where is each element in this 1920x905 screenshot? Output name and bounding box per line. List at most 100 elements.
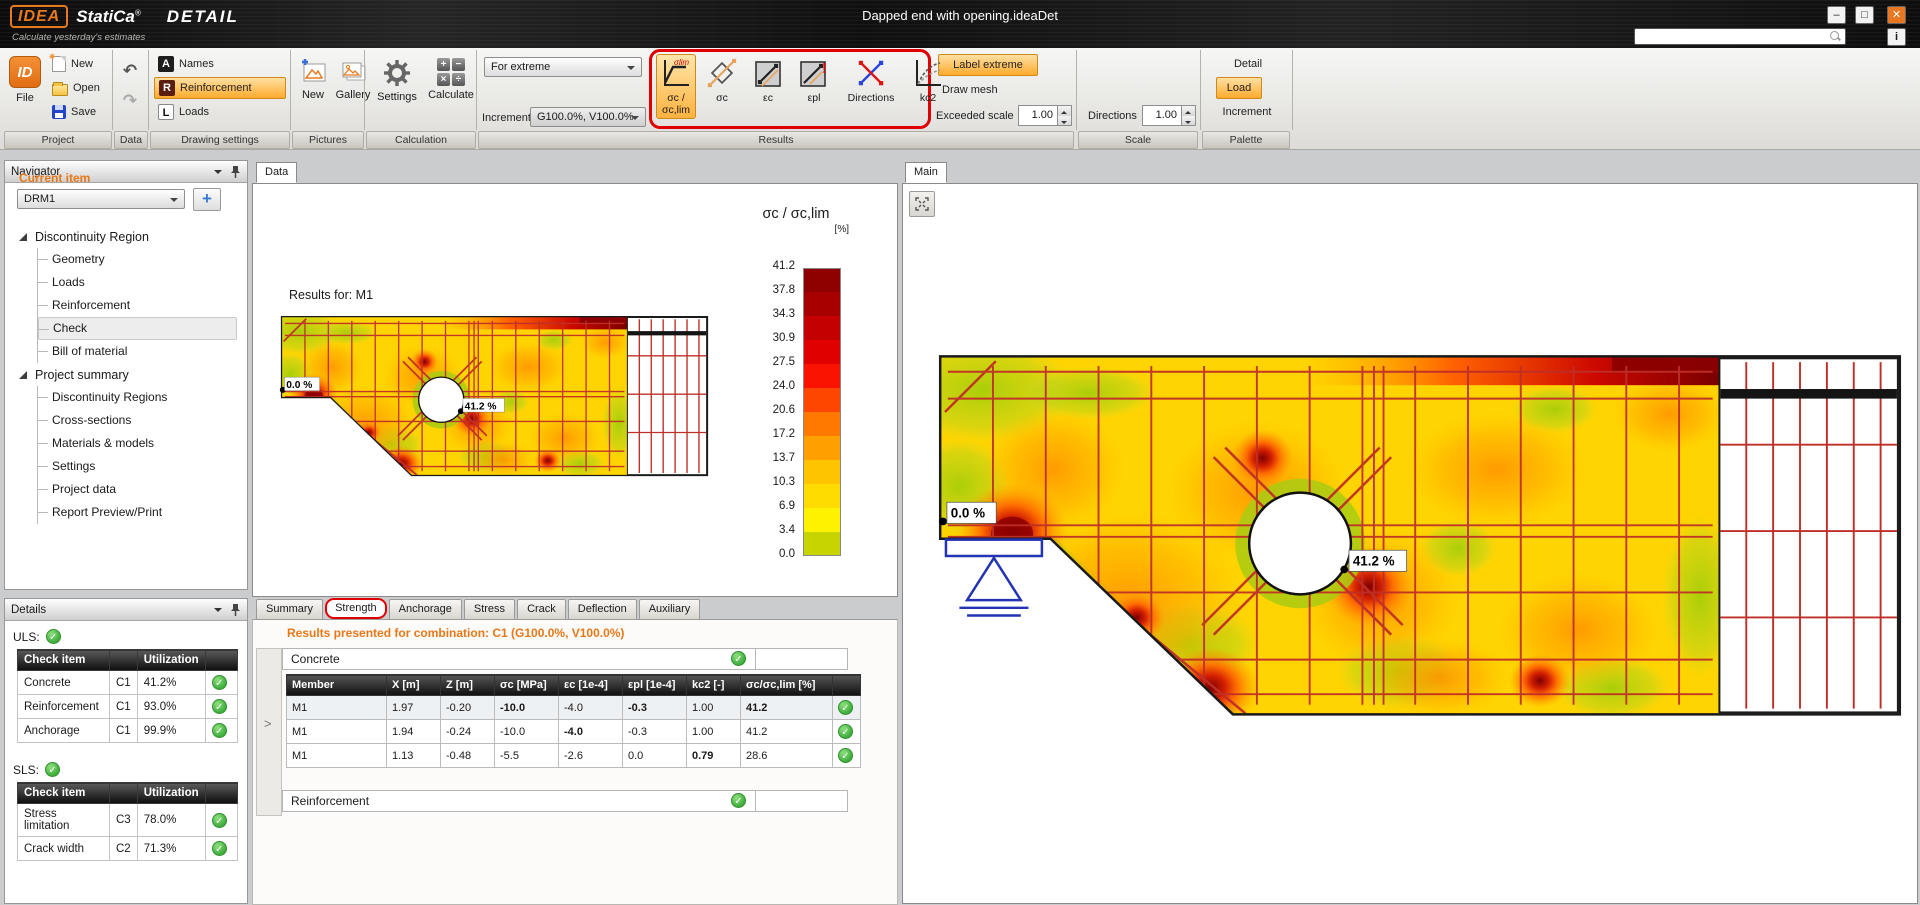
tree-item-materials-models[interactable]: Materials & models — [38, 432, 237, 455]
concrete-row-2[interactable]: M11.13-0.48-5.5-2.60.00.7928.6✓ — [287, 744, 861, 768]
svg-text:0.0 %: 0.0 % — [951, 506, 985, 521]
new-document-icon: ✷ — [52, 56, 66, 72]
statica-logo-text: StatiCa® — [76, 7, 140, 27]
tree-item-loads[interactable]: Loads — [38, 271, 237, 294]
maximize-button[interactable]: □ — [1855, 6, 1874, 24]
tree-item-report-preview-print[interactable]: Report Preview/Print — [38, 501, 237, 524]
file-button[interactable]: ID File — [6, 54, 44, 124]
details-pin-icon[interactable] — [230, 603, 241, 617]
col-5: εpl [1e-4] — [623, 675, 687, 696]
tree-item-check[interactable]: Check — [38, 317, 237, 340]
result-kc2-button[interactable]: kc2 — [908, 54, 948, 108]
scale-tick-4: 27.5 — [731, 356, 795, 368]
tab-deflection[interactable]: Deflection — [568, 599, 637, 619]
close-button[interactable]: ✕ — [1887, 6, 1906, 24]
increment-select[interactable]: G100.0%, V100.0% — [530, 107, 646, 127]
open-button[interactable]: Open — [48, 77, 104, 99]
redo-button[interactable]: ↷ — [116, 90, 144, 114]
tree-item-discontinuity-regions[interactable]: Discontinuity Regions — [38, 386, 237, 409]
tab-stress[interactable]: Stress — [464, 599, 515, 619]
exceeded-scale-value[interactable]: 1.00 — [1018, 105, 1058, 126]
file-icon: ID — [9, 56, 41, 88]
result-epsilon-c-button[interactable]: εc — [748, 54, 788, 108]
tree-item-project-data[interactable]: Project data — [38, 478, 237, 501]
tab-anchorage[interactable]: Anchorage — [389, 599, 462, 619]
calculate-button[interactable]: +−×÷ Calculate — [424, 58, 478, 101]
directions-scale-value[interactable]: 1.00 — [1142, 105, 1182, 126]
group-label-data: Data — [114, 131, 148, 149]
result-sigma-c-label: σc — [716, 93, 728, 105]
details-collapse-icon[interactable] — [214, 608, 222, 616]
tree-root-0[interactable]: Discontinuity Region — [13, 225, 243, 248]
main-viewport[interactable]: 0.0 %41.2 % — [902, 183, 1918, 904]
color-scale-unit: [%] — [731, 224, 849, 235]
save-button[interactable]: Save — [48, 101, 100, 123]
col-1: X [m] — [387, 675, 441, 696]
add-item-button[interactable]: + — [193, 188, 221, 211]
calculate-label: Calculate — [428, 89, 474, 101]
result-directions-button[interactable]: Directions — [840, 54, 902, 108]
zoom-extents-button[interactable] — [909, 191, 935, 217]
tab-strength[interactable]: Strength — [325, 598, 387, 619]
navigator-pin-icon[interactable] — [230, 165, 241, 179]
result-sigma-c-button[interactable]: σc — [702, 54, 742, 108]
tree-item-geometry[interactable]: Geometry — [38, 248, 237, 271]
tree-item-bill-of-material[interactable]: Bill of material — [38, 340, 237, 363]
row-expander[interactable]: > — [264, 716, 272, 731]
concrete-row-1[interactable]: M11.94-0.24-10.0-4.0-0.31.0041.2✓ — [287, 720, 861, 744]
settings-button[interactable]: Settings — [372, 58, 422, 103]
result-sigma-ratio-button[interactable]: σlimσc / σc,lim — [656, 54, 696, 119]
tree-item-settings[interactable]: Settings — [38, 455, 237, 478]
reinforcement-label: Reinforcement — [180, 82, 252, 94]
group-label-palette: Palette — [1202, 131, 1290, 149]
col-3: σc [MPa] — [495, 675, 559, 696]
tree-item-reinforcement[interactable]: Reinforcement — [38, 294, 237, 317]
tab-summary[interactable]: Summary — [256, 599, 323, 619]
exceeded-scale-up-icon[interactable] — [1058, 106, 1071, 116]
concrete-row-0[interactable]: M11.97-0.20-10.0-4.0-0.31.0041.2✓ — [287, 696, 861, 720]
scale-tick-0: 41.2 — [731, 260, 795, 272]
palette-load-label: Load — [1227, 82, 1251, 94]
section-reinforcement[interactable]: Reinforcement ✓ — [282, 790, 848, 812]
result-epsilon-pl-button[interactable]: !εpl — [794, 54, 834, 108]
gallery-label: Gallery — [336, 89, 371, 101]
loads-toggle[interactable]: L Loads — [154, 101, 286, 123]
tab-crack[interactable]: Crack — [517, 599, 566, 619]
names-toggle[interactable]: A Names — [154, 53, 286, 75]
search-input[interactable] — [1635, 31, 1830, 43]
picture-new-button[interactable]: New — [296, 58, 330, 101]
tab-main[interactable]: Main — [905, 162, 947, 183]
exceeded-scale-down-icon[interactable] — [1058, 116, 1071, 126]
details-col-1 — [110, 783, 138, 804]
current-item-select[interactable]: DRM1 — [17, 189, 185, 209]
navigator-collapse-icon[interactable] — [214, 170, 222, 178]
file-label: File — [16, 92, 34, 104]
scale-band-10 — [803, 508, 841, 532]
undo-button[interactable]: ↶ — [116, 60, 144, 84]
extreme-select[interactable]: For extreme — [484, 57, 642, 77]
sls-table: Check itemUtilizationStress limitationC3… — [17, 782, 238, 861]
directions-scale-up-icon[interactable] — [1182, 106, 1195, 116]
palette-increment-button[interactable]: Increment — [1210, 101, 1284, 123]
directions-scale-down-icon[interactable] — [1182, 116, 1195, 126]
tab-data[interactable]: Data — [256, 162, 297, 183]
new-button[interactable]: ✷ New — [48, 53, 97, 75]
data-viewport[interactable]: Results for: M1 0.0 %41.2 % σc / σc,lim … — [252, 183, 898, 597]
draw-mesh-toggle[interactable]: Draw mesh — [938, 79, 1038, 101]
tree-expander-icon[interactable] — [19, 233, 27, 241]
palette-detail-button[interactable]: Detail — [1218, 53, 1278, 75]
minimize-button[interactable]: – — [1827, 6, 1846, 24]
tab-auxiliary[interactable]: Auxiliary — [639, 599, 701, 619]
tree-expander-icon[interactable] — [19, 371, 27, 379]
info-button[interactable]: i — [1887, 28, 1906, 46]
search-icon[interactable] — [1830, 31, 1841, 42]
reinforcement-toggle[interactable]: R Reinforcement — [154, 77, 286, 99]
gallery-button[interactable]: Gallery — [330, 58, 376, 101]
tree-item-cross-sections[interactable]: Cross-sections — [38, 409, 237, 432]
palette-load-button[interactable]: Load — [1216, 77, 1262, 99]
epsilon-c-icon — [752, 57, 784, 91]
label-extreme-toggle[interactable]: Label extreme — [938, 54, 1038, 76]
tree-root-1[interactable]: Project summary — [13, 363, 243, 386]
exceeded-scale-stepper: 1.00 — [1018, 105, 1072, 126]
section-concrete[interactable]: Concrete ✓ — [282, 648, 848, 670]
